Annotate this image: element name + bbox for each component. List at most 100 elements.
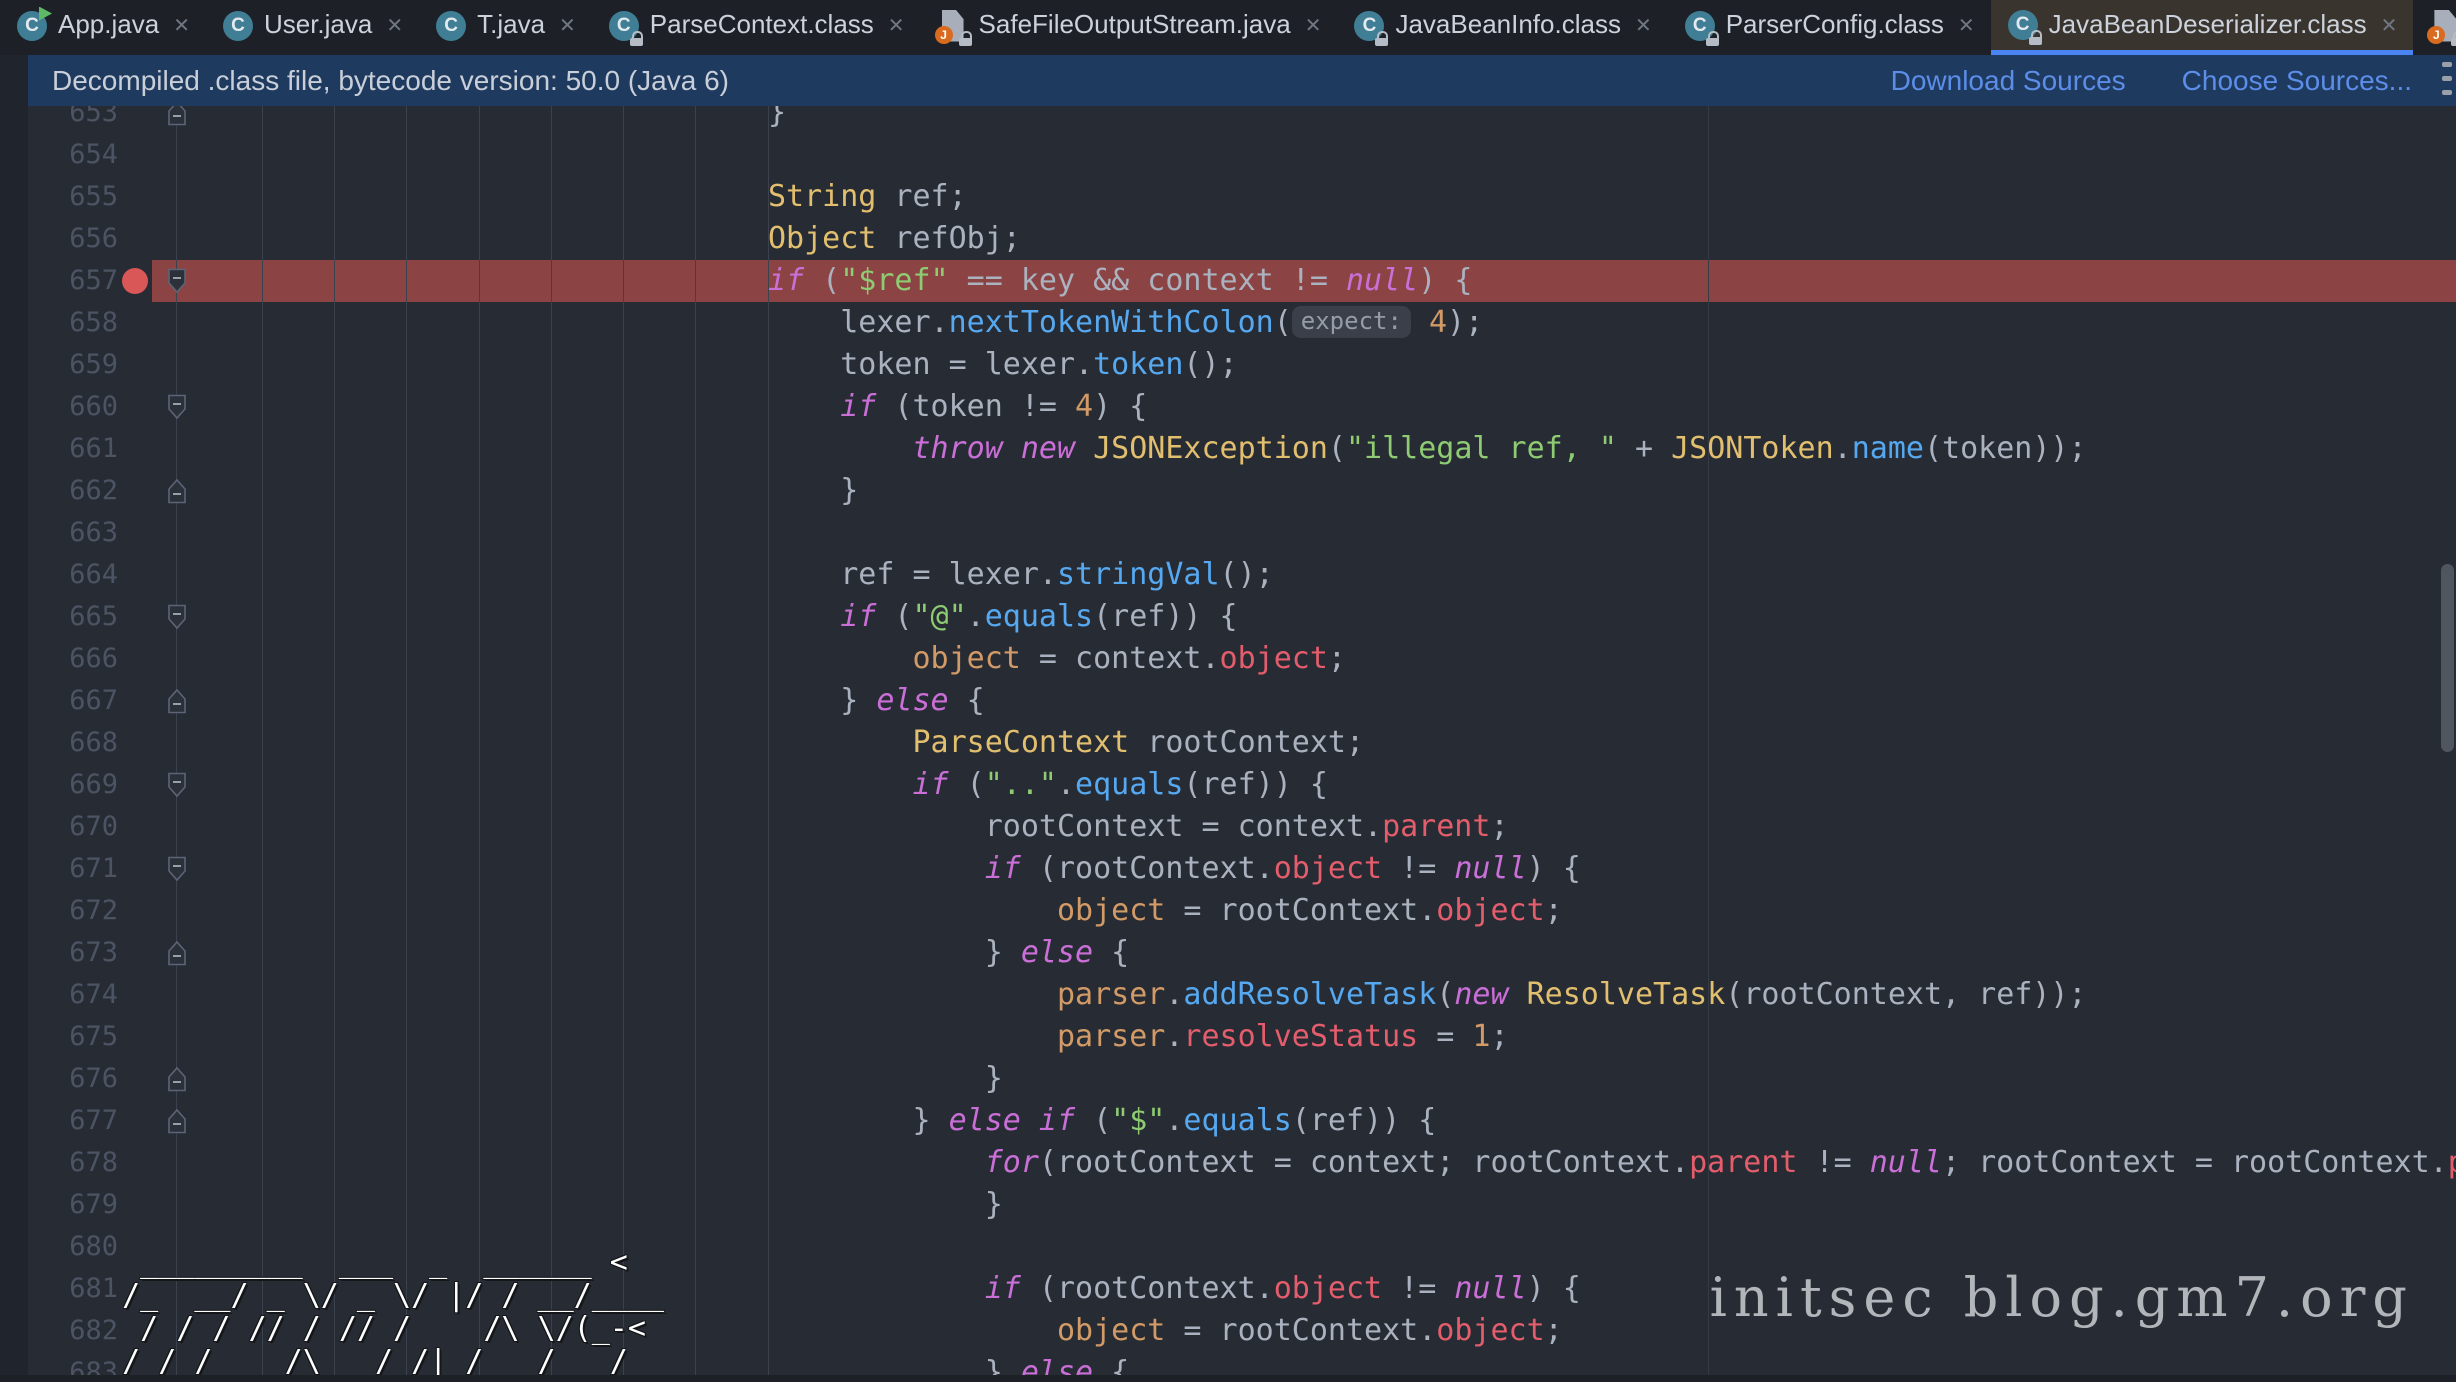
code-line-669: 669 if ("..".equals(ref)) { [0, 764, 2456, 806]
class-file-icon: C [16, 10, 48, 42]
code-line-674: 674 parser.addResolveTask(new ResolveTas… [0, 974, 2456, 1016]
left-gutter-strip [0, 55, 28, 1382]
fold-marker-icon[interactable] [166, 1066, 188, 1092]
tab-T.java[interactable]: C T.java ✕ [419, 0, 592, 55]
code-line-677: 677 } else if ("$".equals(ref)) { [0, 1100, 2456, 1142]
close-icon[interactable]: ✕ [173, 13, 190, 38]
code-line-676: 676 } [0, 1058, 2456, 1100]
code-line-text[interactable]: } else if ("$".equals(ref)) { [190, 1100, 1436, 1142]
class-file-icon: C [1684, 10, 1716, 42]
code-line-660: 660 if (token != 4) { [0, 386, 2456, 428]
fold-marker-icon[interactable] [166, 940, 188, 966]
fold-marker-icon[interactable] [166, 856, 188, 882]
scrollbar-mark [2442, 90, 2452, 95]
download-sources-link[interactable]: Download Sources [1891, 65, 2126, 97]
parameter-hint-inlay: expect: [1292, 306, 1411, 338]
code-line-664: 664 ref = lexer.stringVal(); [0, 554, 2456, 596]
close-icon[interactable]: ✕ [1305, 13, 1322, 38]
decompiled-notification-banner: Decompiled .class file, bytecode version… [28, 55, 2456, 106]
tab-label: T.java [477, 9, 545, 40]
code-line-text[interactable]: if (rootContext.object != null) { [190, 848, 1581, 890]
tab-label: JavaBeanDeserializer.class [2049, 9, 2367, 40]
code-line-text[interactable]: object = context.object; [190, 638, 1346, 680]
code-line-662: 662 } [0, 470, 2456, 512]
code-line-text[interactable]: lexer.nextTokenWithColon(expect: 4); [190, 302, 1483, 344]
close-icon[interactable]: ✕ [2381, 13, 2398, 38]
close-icon[interactable]: ✕ [386, 13, 403, 38]
code-line-655: 655 String ref; [0, 176, 2456, 218]
tab-App.java[interactable]: CApp.java✕ [0, 0, 206, 55]
fold-marker-icon[interactable] [166, 772, 188, 798]
code-line-text[interactable]: if (token != 4) { [190, 386, 1147, 428]
code-line-text[interactable]: if ("..".equals(ref)) { [190, 764, 1328, 806]
tab-User.java[interactable]: CUser.java✕ [206, 0, 419, 55]
tab-JSONToken.java[interactable]: JJSONToken.java✕ [2413, 0, 2456, 55]
tab-ParseContext.class[interactable]: CParseContext.class✕ [592, 0, 921, 55]
java-file-icon: J [937, 10, 969, 42]
fold-marker-icon[interactable] [166, 268, 188, 294]
tab-label: ParseContext.class [650, 9, 874, 40]
tab-SafeFileOutputStream.java[interactable]: JSafeFileOutputStream.java✕ [921, 0, 1338, 55]
code-line-text[interactable]: parser.addResolveTask(new ResolveTask(ro… [190, 974, 2087, 1016]
code-line-654: 654 [0, 134, 2456, 176]
code-line-673: 673 } else { [0, 932, 2456, 974]
close-icon[interactable]: ✕ [559, 13, 576, 38]
code-line-text[interactable]: for(rootContext = context; rootContext.p… [190, 1142, 2456, 1184]
code-line-text[interactable]: token = lexer.token(); [190, 344, 1238, 386]
code-line-text[interactable]: } else { [190, 680, 985, 722]
lock-icon [2029, 30, 2043, 45]
code-line-667: 667 } else { [0, 680, 2456, 722]
fold-marker-icon[interactable] [166, 688, 188, 714]
code-line-text[interactable]: object = rootContext.object; [190, 890, 1563, 932]
tab-ParserConfig.class[interactable]: CParserConfig.class✕ [1668, 0, 1991, 55]
code-line-text[interactable]: ParseContext rootContext; [190, 722, 1364, 764]
code-line-text[interactable]: } [190, 1184, 1003, 1226]
notification-message: Decompiled .class file, bytecode version… [28, 65, 1891, 97]
close-icon[interactable]: ✕ [1635, 13, 1652, 38]
code-line-text[interactable]: if ("@".equals(ref)) { [190, 596, 1238, 638]
scrollbar-mark [2442, 76, 2452, 81]
code-line-text[interactable]: Object refObj; [190, 218, 1021, 260]
breakpoint-icon[interactable] [122, 268, 148, 294]
code-line-658: 658 lexer.nextTokenWithColon(expect: 4); [0, 302, 2456, 344]
lock-icon [1375, 31, 1389, 46]
tab-JavaBeanDeserializer.class[interactable]: C JavaBeanDeserializer.class ✕ [1991, 0, 2414, 55]
fold-marker-icon[interactable] [166, 1108, 188, 1134]
class-file-icon: C [435, 10, 467, 42]
close-icon[interactable]: ✕ [1958, 13, 1975, 38]
code-line-text[interactable]: throw new JSONException("illegal ref, " … [190, 428, 2087, 470]
run-overlay-icon [39, 7, 52, 21]
fold-marker-icon[interactable] [166, 604, 188, 630]
tab-label: JavaBeanInfo.class [1395, 9, 1620, 40]
java-file-icon: J [2429, 10, 2456, 42]
code-line-665: 665 if ("@".equals(ref)) { [0, 596, 2456, 638]
code-line-text[interactable]: rootContext = context.parent; [190, 806, 1509, 848]
code-line-659: 659 token = lexer.token(); [0, 344, 2456, 386]
code-line-666: 666 object = context.object; [0, 638, 2456, 680]
bottom-edge-band [0, 1375, 2456, 1382]
code-line-text[interactable]: } [190, 1058, 1003, 1100]
code-line-672: 672 object = rootContext.object; [0, 890, 2456, 932]
code-line-668: 668 ParseContext rootContext; [0, 722, 2456, 764]
code-line-text[interactable]: } else { [190, 932, 1129, 974]
code-line-679: 679 } [0, 1184, 2456, 1226]
lock-icon [2451, 31, 2456, 46]
scrollbar-thumb[interactable] [2441, 564, 2454, 752]
class-file-icon: C [1353, 10, 1385, 42]
code-rows: 653 }654655 String ref;656 Object refObj… [0, 0, 2456, 1382]
fold-marker-icon[interactable] [166, 394, 188, 420]
code-line-text[interactable]: } [190, 470, 858, 512]
code-line-text[interactable]: parser.resolveStatus = 1; [190, 1016, 1509, 1058]
ascii-art-watermark: _________ ___ _ ______ < /_ __/ _ \/ _ \… [86, 1246, 664, 1378]
lock-icon [959, 31, 973, 46]
code-line-text[interactable]: ref = lexer.stringVal(); [190, 554, 1274, 596]
tab-JavaBeanInfo.class[interactable]: C JavaBeanInfo.class ✕ [1337, 0, 1667, 55]
choose-sources-link[interactable]: Choose Sources... [2182, 65, 2412, 97]
code-line-text[interactable]: String ref; [190, 176, 967, 218]
class-file-icon: C [2007, 9, 2039, 41]
fold-marker-icon[interactable] [166, 478, 188, 504]
code-line-text[interactable]: if ("$ref" == key && context != null) { [190, 260, 1472, 302]
class-file-icon: C [222, 10, 254, 42]
ide-window: 653 }654655 String ref;656 Object refObj… [0, 0, 2456, 1382]
close-icon[interactable]: ✕ [888, 13, 905, 38]
